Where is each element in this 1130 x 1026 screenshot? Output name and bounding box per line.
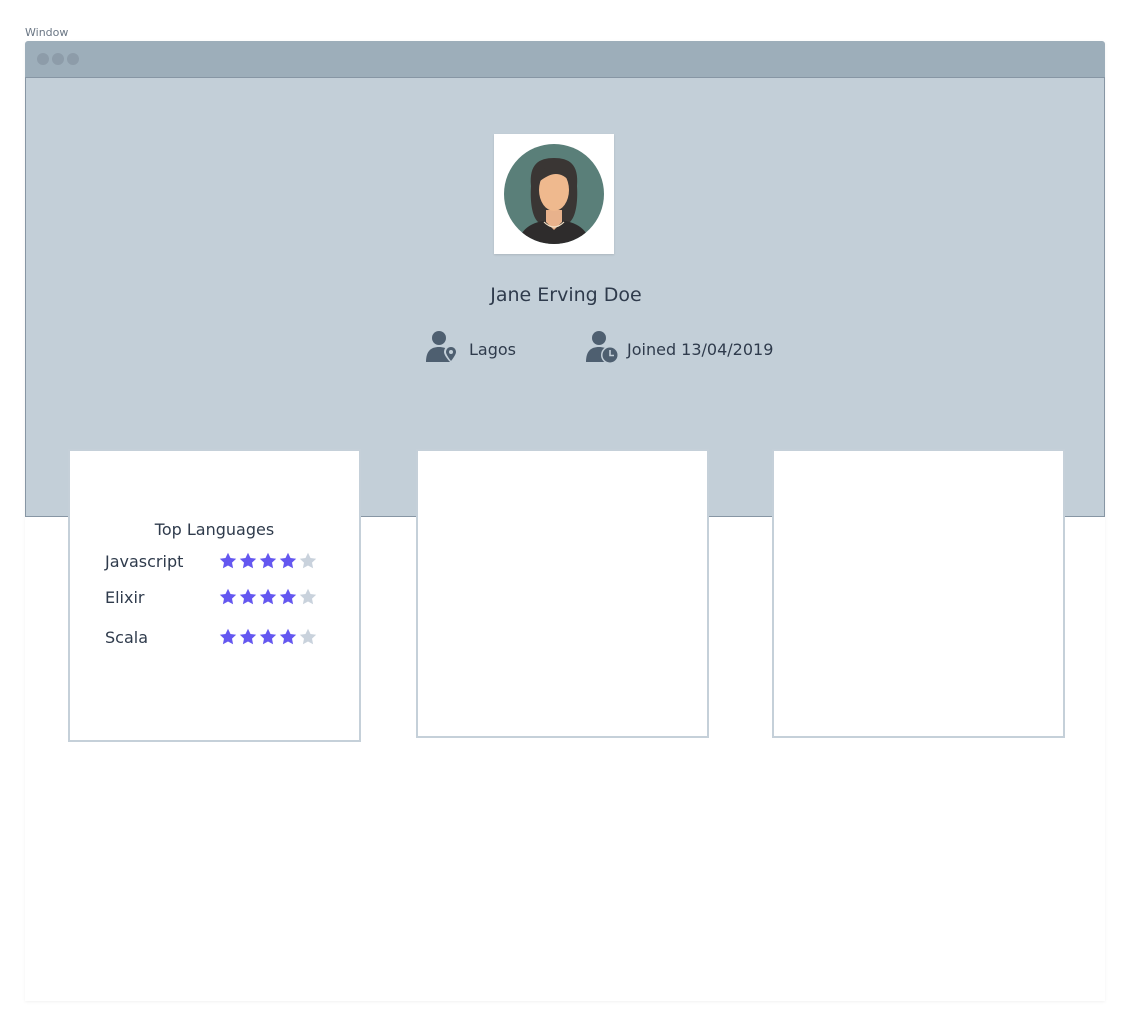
- star-filled-icon: [219, 628, 237, 645]
- star-filled-icon: [239, 628, 257, 645]
- star-filled-icon: [279, 552, 297, 569]
- window-titlebar[interactable]: [25, 41, 1105, 78]
- rating-stars: [219, 628, 319, 650]
- window-maximize-dot[interactable]: [67, 53, 79, 65]
- star-filled-icon: [259, 628, 277, 645]
- empty-card-3: [772, 449, 1065, 738]
- joined-text: Joined 13/04/2019: [627, 340, 774, 359]
- star-filled-icon: [219, 588, 237, 605]
- star-empty-icon: [299, 628, 317, 645]
- rating-stars-graphic: [219, 588, 317, 605]
- star-filled-icon: [279, 588, 297, 605]
- star-empty-icon: [299, 588, 317, 605]
- language-row: Javascript: [105, 552, 325, 572]
- woman-avatar-icon: [504, 144, 604, 244]
- rating-stars-graphic: [219, 552, 317, 569]
- top-languages-card: Top Languages Javascript Elixir Scala: [68, 449, 361, 742]
- language-row: Scala: [105, 628, 325, 648]
- star-filled-icon: [259, 588, 277, 605]
- avatar: [494, 134, 614, 254]
- window-label: Window: [25, 26, 69, 39]
- user-clock-icon: [586, 331, 619, 364]
- star-filled-icon: [239, 552, 257, 569]
- star-filled-icon: [279, 628, 297, 645]
- language-row: Elixir: [105, 588, 325, 608]
- location-info: Lagos: [425, 330, 525, 364]
- joined-info: Joined 13/04/2019: [585, 330, 785, 364]
- user-location-icon: [426, 331, 458, 363]
- empty-card-2: [416, 449, 709, 738]
- language-name: Elixir: [105, 588, 145, 607]
- star-empty-icon: [299, 552, 317, 569]
- browser-window: Jane Erving Doe Lagos Joined 13/04/2019: [25, 41, 1105, 1001]
- star-filled-icon: [219, 552, 237, 569]
- language-name: Javascript: [105, 552, 184, 571]
- star-filled-icon: [259, 552, 277, 569]
- rating-stars: [219, 588, 319, 610]
- window-close-dot[interactable]: [37, 53, 49, 65]
- card-title: Top Languages: [154, 520, 275, 539]
- language-name: Scala: [105, 628, 149, 647]
- profile-name: Jane Erving Doe: [490, 284, 642, 306]
- star-filled-icon: [239, 588, 257, 605]
- rating-stars-graphic: [219, 628, 317, 645]
- rating-stars: [219, 552, 319, 574]
- location-text: Lagos: [469, 340, 516, 359]
- window-minimize-dot[interactable]: [52, 53, 64, 65]
